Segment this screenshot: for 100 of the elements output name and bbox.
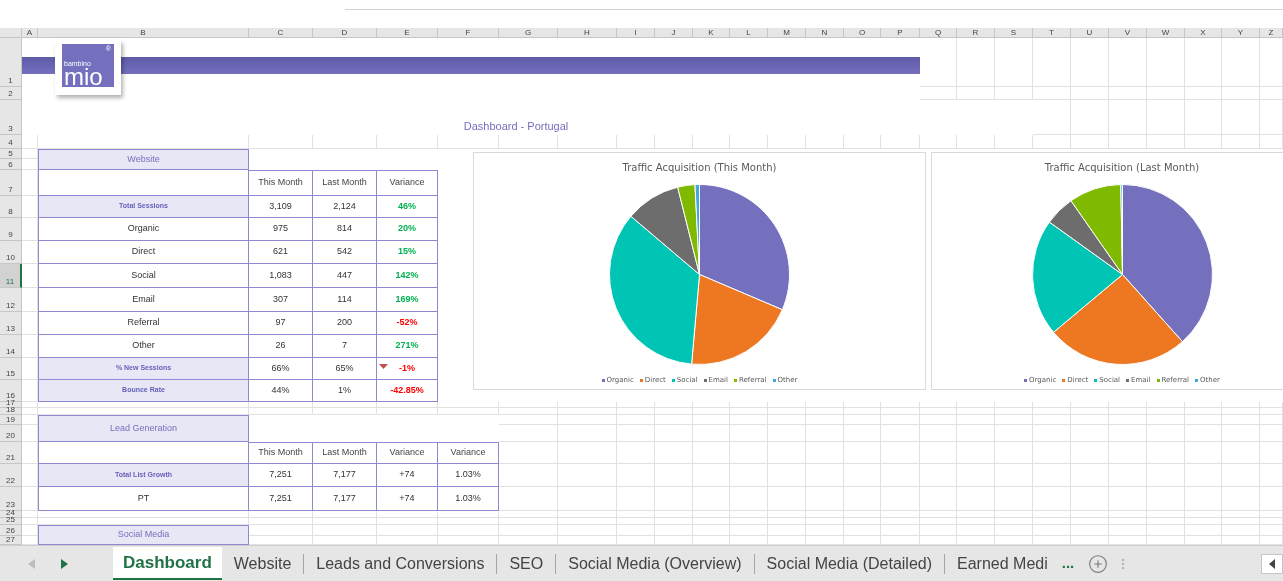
row-label: Organic xyxy=(38,218,249,241)
column-header[interactable]: K xyxy=(693,28,730,38)
variance-value: 20% xyxy=(398,222,416,236)
sheet-tab[interactable]: SEO xyxy=(497,547,556,580)
table-cell: 542 xyxy=(313,241,377,264)
column-header[interactable]: C xyxy=(249,28,313,38)
table-cell: 7,251 xyxy=(249,464,313,487)
table-cell: 7,251 xyxy=(249,487,313,511)
row-header[interactable]: 1 xyxy=(0,38,22,87)
row-label: Other xyxy=(38,335,249,358)
table-cell: 200 xyxy=(313,312,377,335)
column-header[interactable]: B xyxy=(38,28,249,38)
row-label: Social xyxy=(38,264,249,288)
column-heading: Variance xyxy=(377,170,438,196)
row-header[interactable]: 15 xyxy=(0,358,22,380)
row-header[interactable]: 6 xyxy=(0,159,22,170)
table-cell: 447 xyxy=(313,264,377,288)
column-header[interactable]: T xyxy=(1033,28,1071,38)
table-cell: 65% xyxy=(313,358,377,380)
row-header[interactable]: 22 xyxy=(0,464,22,487)
table-cell: 97 xyxy=(249,312,313,335)
column-header[interactable]: E xyxy=(377,28,438,38)
table-cell: 44% xyxy=(249,380,313,402)
table-cell: 2,124 xyxy=(313,196,377,218)
table-cell: 7 xyxy=(313,335,377,358)
row-header[interactable]: 2 xyxy=(0,87,22,100)
row-header[interactable]: 14 xyxy=(0,335,22,358)
column-heading: This Month xyxy=(249,170,313,196)
column-header[interactable]: G xyxy=(499,28,558,38)
row-header[interactable]: 7 xyxy=(0,170,22,196)
column-heading: This Month xyxy=(249,442,313,464)
variance-value: 15% xyxy=(398,245,416,259)
table-cell: 1.03% xyxy=(438,464,499,487)
variance-value: -52% xyxy=(396,316,418,330)
row-header[interactable]: 3 xyxy=(0,100,22,135)
column-header[interactable]: Z xyxy=(1260,28,1283,38)
table-cell: 7,177 xyxy=(313,487,377,511)
column-header[interactable]: V xyxy=(1109,28,1147,38)
chart-title: Traffic Acquisition (Last Month) xyxy=(1044,161,1200,175)
row-header[interactable]: 11 xyxy=(0,264,22,288)
sheet-tab[interactable]: Social Media (Detailed) xyxy=(754,547,944,580)
sheet-tab[interactable]: Social Media (Overview) xyxy=(556,547,754,580)
table-cell: +74 xyxy=(377,487,438,511)
section-title: Social Media xyxy=(38,525,249,545)
variance-value: 46% xyxy=(398,199,416,213)
table-cell: 7,177 xyxy=(313,464,377,487)
column-header[interactable]: A xyxy=(22,28,38,38)
column-header[interactable]: Y xyxy=(1222,28,1260,38)
column-heading: Variance xyxy=(377,442,438,464)
column-header[interactable]: S xyxy=(995,28,1033,38)
column-header[interactable]: P xyxy=(881,28,920,38)
variance-value: -42.85% xyxy=(390,383,424,397)
row-header[interactable]: 19 xyxy=(0,415,22,425)
sheet-tab[interactable]: Website xyxy=(221,547,304,580)
column-header[interactable]: F xyxy=(438,28,499,38)
column-header[interactable]: X xyxy=(1185,28,1222,38)
table-cell: 26 xyxy=(249,335,313,358)
table-cell: 814 xyxy=(313,218,377,241)
sheet-tab[interactable]: Earned Medi xyxy=(945,547,1060,580)
sheet-tab[interactable]: Leads and Conversions xyxy=(304,547,497,580)
table-cell: 1,083 xyxy=(249,264,313,288)
row-header[interactable]: 21 xyxy=(0,442,22,464)
column-header[interactable]: J xyxy=(655,28,693,38)
row-header[interactable]: 9 xyxy=(0,218,22,241)
row-label: Referral xyxy=(38,312,249,335)
table-cell: 307 xyxy=(249,288,313,312)
row-label: Email xyxy=(38,288,249,312)
row-header[interactable]: 8 xyxy=(0,196,22,218)
table-cell: 1.03% xyxy=(438,487,499,511)
column-header[interactable]: N xyxy=(806,28,844,38)
column-header[interactable]: U xyxy=(1071,28,1109,38)
row-header[interactable]: 10 xyxy=(0,241,22,264)
row-header[interactable]: 20 xyxy=(0,425,22,442)
column-header[interactable]: Q xyxy=(920,28,957,38)
column-heading: Last Month xyxy=(313,442,377,464)
column-header[interactable]: L xyxy=(730,28,768,38)
column-header[interactable]: H xyxy=(558,28,617,38)
logo-large-text: mio xyxy=(64,66,104,86)
column-header[interactable]: I xyxy=(617,28,655,38)
variance-value: 142% xyxy=(395,268,419,282)
table-cell: +74 xyxy=(377,464,438,487)
sheet-tab[interactable]: Dashboard xyxy=(113,547,222,580)
row-header[interactable]: 4 xyxy=(0,135,22,149)
section-title: Website xyxy=(38,149,249,170)
table-cell: 66% xyxy=(249,358,313,380)
column-header[interactable]: D xyxy=(313,28,377,38)
column-header[interactable]: M xyxy=(768,28,806,38)
column-heading: Last Month xyxy=(313,170,377,196)
section-title: Lead Generation xyxy=(38,415,249,442)
column-header[interactable]: O xyxy=(844,28,881,38)
column-header[interactable]: W xyxy=(1147,28,1185,38)
row-header[interactable]: 5 xyxy=(0,149,22,159)
more-tabs-text[interactable]: ... xyxy=(1061,552,1075,575)
row-header[interactable]: 12 xyxy=(0,288,22,312)
row-header[interactable]: 23 xyxy=(0,487,22,511)
variance-value: 169% xyxy=(395,292,419,306)
row-header[interactable]: 13 xyxy=(0,312,22,335)
table-cell: 3,109 xyxy=(249,196,313,218)
row-header[interactable]: 26 xyxy=(0,525,22,536)
column-header[interactable]: R xyxy=(957,28,995,38)
